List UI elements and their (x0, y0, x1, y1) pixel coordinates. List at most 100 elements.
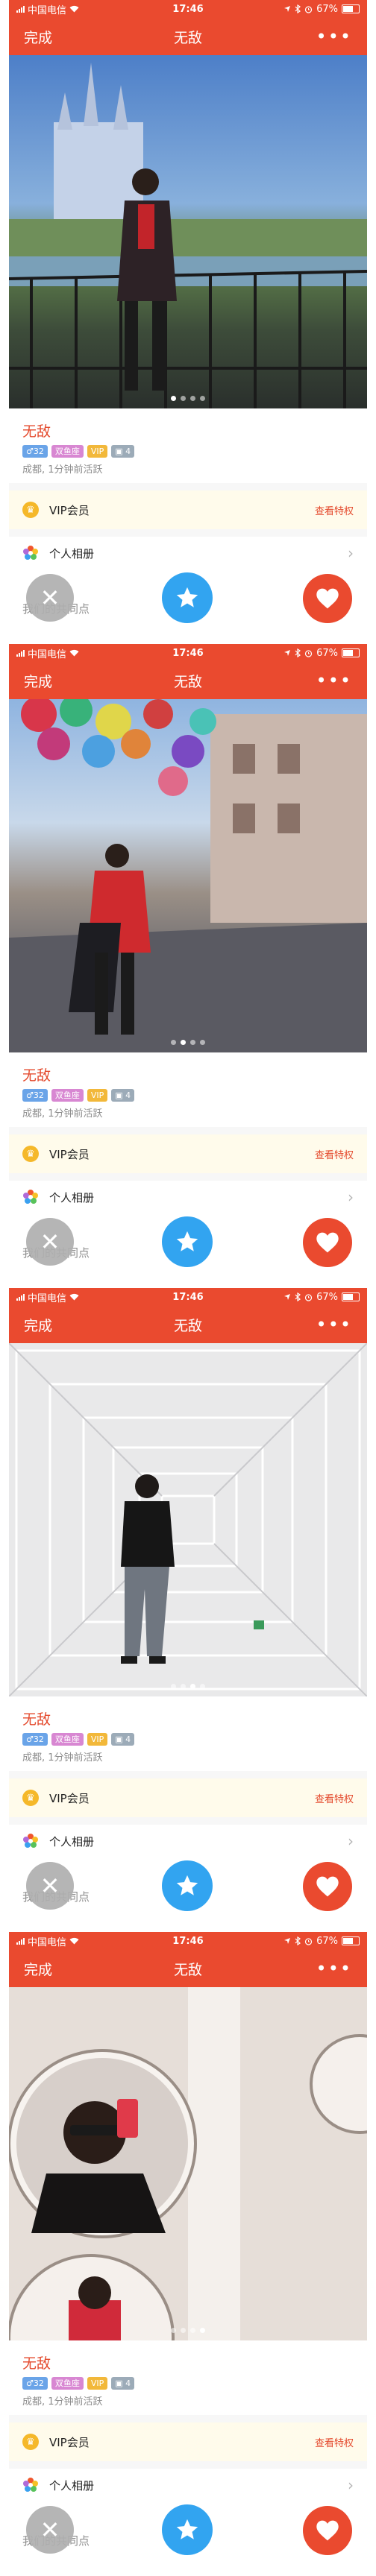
done-button[interactable]: 完成 (24, 1315, 52, 1335)
vip-badge: VIP (87, 445, 108, 458)
profile-screen-2: 中国电信 17:46 67% 完成 无敌 ••• 无敌 ♂32 双鱼座 VIP … (9, 644, 367, 1288)
zodiac-badge: 双鱼座 (51, 1089, 84, 1102)
age-badge: ♂32 (22, 1733, 48, 1746)
photo-illustration (9, 1987, 367, 2340)
dislike-button[interactable]: ✕ (26, 574, 74, 622)
vip-badge: VIP (87, 2377, 108, 2390)
profile-photo[interactable] (9, 55, 367, 408)
vip-row: ♛ VIP会员 查看特权 (9, 1778, 367, 1817)
user-name: 无敌 (22, 2355, 51, 2372)
divider (9, 1127, 367, 1134)
chevron-right-icon: › (348, 2476, 354, 2494)
profile-info: 无敌 ♂32 双鱼座 VIP ▣ 4 成都, 1分钟前活跃 (9, 2340, 367, 2415)
album-row[interactable]: 个人相册 › (9, 2469, 367, 2501)
battery-percent: 67% (316, 3, 338, 15)
profile-screen-4: 中国电信 17:46 67% 完成 无敌 ••• 无敌 ♂32 双鱼座 VIP … (9, 1932, 367, 2576)
user-name: 无敌 (22, 1711, 51, 1728)
album-row[interactable]: 个人相册 › (9, 537, 367, 569)
dislike-button[interactable]: ✕ (26, 2506, 74, 2554)
vip-label: VIP会员 (49, 1791, 90, 1805)
view-privileges-link[interactable]: 查看特权 (315, 2435, 354, 2449)
profile-info: 无敌 ♂32 双鱼座 VIP ▣ 4 成都, 1分钟前活跃 (9, 1696, 367, 1771)
user-name: 无敌 (22, 423, 51, 440)
location-arrow-icon (284, 1938, 291, 1944)
album-row[interactable]: 个人相册 › (9, 1181, 367, 1213)
flower-icon (23, 1190, 38, 1204)
album-row[interactable]: 个人相册 › (9, 1825, 367, 1857)
zodiac-badge: 双鱼座 (51, 445, 84, 458)
superlike-button[interactable] (162, 1860, 213, 1911)
battery-icon (342, 1292, 360, 1301)
page-title: 无敌 (173, 673, 202, 690)
like-button[interactable] (303, 2506, 352, 2555)
close-icon: ✕ (40, 584, 60, 612)
photo-count-badge: ▣ 4 (111, 1089, 135, 1102)
battery-icon (342, 1936, 360, 1945)
crown-icon: ♛ (22, 1790, 39, 1806)
action-bar: ✕ (9, 1860, 367, 1913)
profile-photo[interactable] (9, 1987, 367, 2340)
age-badge: ♂32 (22, 2377, 48, 2390)
carrier-label: 中国电信 (28, 4, 67, 16)
location-activity: 成都, 1分钟前活跃 (22, 2396, 103, 2408)
done-button[interactable]: 完成 (24, 27, 52, 47)
more-button[interactable]: ••• (316, 1960, 352, 1977)
flower-icon (23, 1834, 38, 1848)
dislike-button[interactable]: ✕ (26, 1862, 74, 1910)
alarm-icon (304, 5, 313, 13)
more-button[interactable]: ••• (316, 672, 352, 689)
like-button[interactable] (303, 1862, 352, 1911)
like-button[interactable] (303, 574, 352, 623)
done-button[interactable]: 完成 (24, 1959, 52, 1979)
superlike-button[interactable] (162, 1216, 213, 1267)
superlike-button[interactable] (162, 2504, 213, 2555)
bluetooth-icon (295, 1936, 301, 1945)
divider (9, 2461, 367, 2469)
divider (9, 1771, 367, 1778)
superlike-button[interactable] (162, 572, 213, 623)
view-privileges-link[interactable]: 查看特权 (315, 1791, 354, 1805)
more-button[interactable]: ••• (316, 28, 352, 45)
profile-info: 无敌 ♂32 双鱼座 VIP ▣ 4 成都, 1分钟前活跃 (9, 1052, 367, 1127)
view-privileges-link[interactable]: 查看特权 (315, 1147, 354, 1161)
profile-info: 无敌 ♂32 双鱼座 VIP ▣ 4 成都, 1分钟前活跃 (9, 408, 367, 483)
location-arrow-icon (284, 650, 291, 656)
vip-badge: VIP (87, 1089, 108, 1102)
photo-count: 4 (125, 1090, 131, 1100)
album-label: 个人相册 (49, 2478, 95, 2493)
photo-count: 4 (125, 2378, 131, 2388)
carousel-indicator (9, 1040, 367, 1045)
more-button[interactable]: ••• (316, 1316, 352, 1333)
photo-count-badge: ▣ 4 (111, 2377, 135, 2390)
battery-percent: 67% (316, 1291, 338, 1303)
nav-bar: 完成 无敌 ••• (9, 662, 367, 699)
alarm-icon (304, 1293, 313, 1301)
wifi-icon (69, 649, 79, 657)
crown-icon: ♛ (22, 1146, 39, 1162)
status-bar: 中国电信 17:46 67% (9, 0, 367, 18)
like-button[interactable] (303, 1218, 352, 1267)
status-bar: 中国电信 17:46 67% (9, 1932, 367, 1950)
photo-count-badge: ▣ 4 (111, 445, 135, 458)
status-bar: 中国电信 17:46 67% (9, 1288, 367, 1306)
flower-icon (23, 546, 38, 560)
battery-icon (342, 4, 360, 13)
done-button[interactable]: 完成 (24, 671, 52, 691)
photo-count: 4 (125, 1734, 131, 1744)
profile-screen-3: 中国电信 17:46 67% 完成 无敌 ••• 无敌 ♂32 双鱼座 VIP … (9, 1288, 367, 1932)
dislike-button[interactable]: ✕ (26, 1218, 74, 1266)
close-icon: ✕ (40, 1228, 60, 1256)
wifi-icon (69, 1293, 79, 1301)
alarm-icon (304, 1937, 313, 1945)
star-icon (176, 1875, 198, 1895)
photo-illustration (9, 699, 367, 1052)
view-privileges-link[interactable]: 查看特权 (315, 503, 354, 517)
carrier-label: 中国电信 (28, 1292, 67, 1304)
star-icon (176, 587, 198, 607)
photo-illustration (9, 63, 367, 408)
action-bar: ✕ (9, 572, 367, 625)
divider (9, 529, 367, 537)
profile-photo[interactable] (9, 699, 367, 1052)
profile-photo[interactable] (9, 1343, 367, 1696)
action-bar: ✕ (9, 2504, 367, 2557)
